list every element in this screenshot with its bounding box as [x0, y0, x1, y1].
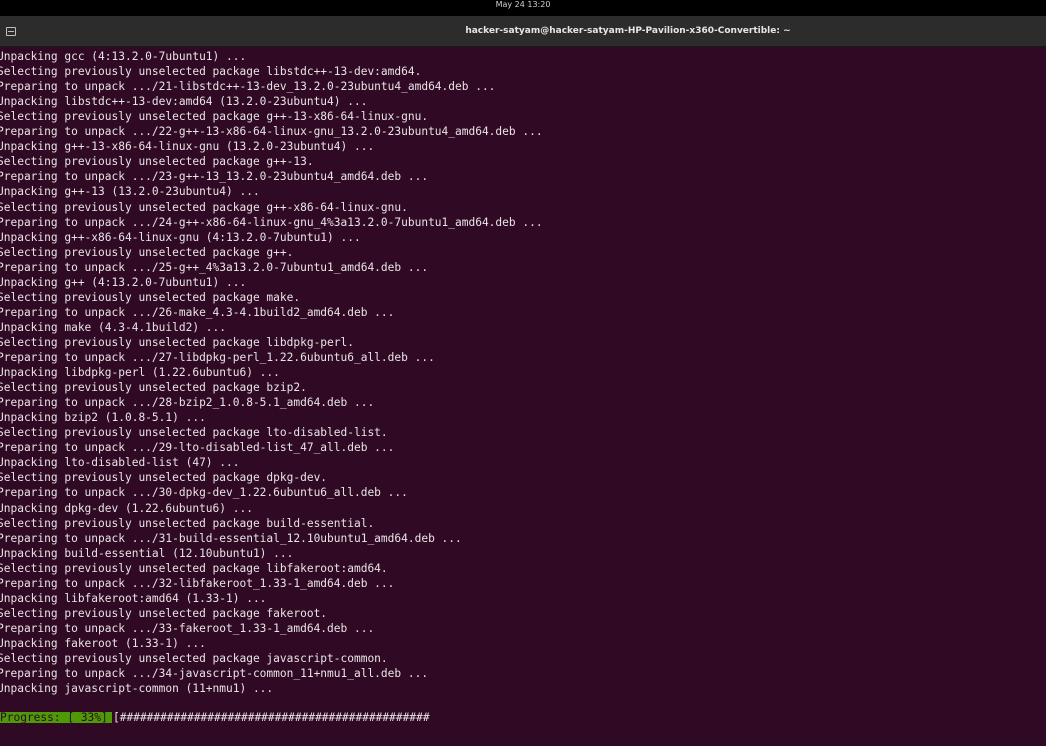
terminal-output[interactable]: Unpacking gcc (4:13.2.0-7ubuntu1) ... Sel… — [0, 47, 1046, 707]
terminal-line: Preparing to unpack .../22-g++-13-x86-64… — [0, 125, 543, 139]
terminal-line: Preparing to unpack .../31-build-essenti… — [0, 531, 462, 545]
terminal-line: Preparing to unpack .../25-g++_4%3a13.2.… — [0, 260, 429, 274]
terminal-line: Preparing to unpack .../33-fakeroot_1.33… — [0, 621, 375, 635]
terminal-line: Preparing to unpack .../30-dpkg-dev_1.22… — [0, 486, 408, 500]
terminal-line: Selecting previously unselected package … — [0, 155, 314, 169]
terminal-line: Preparing to unpack .../27-libdpkg-perl_… — [0, 351, 435, 364]
terminal-line: Unpacking gcc (4:13.2.0-7ubuntu1) ... — [0, 50, 247, 63]
terminal-line: Preparing to unpack .../26-make_4.3-4.1b… — [0, 305, 395, 319]
terminal-line: Selecting previously unselected package … — [0, 245, 294, 259]
terminal-line: Selecting previously unselected package … — [0, 561, 388, 575]
terminal-line: Selecting previously unselected package … — [0, 200, 408, 214]
terminal-line: Unpacking lto-disabled-list (47) ... — [0, 456, 240, 470]
top-panel: May 24 13:20 — [0, 0, 1046, 16]
clock[interactable]: May 24 13:20 — [496, 0, 551, 9]
terminal-line: Preparing to unpack .../28-bzip2_1.0.8-5… — [0, 396, 375, 410]
terminal-line: Selecting previously unselected package … — [0, 290, 301, 304]
terminal-line: Preparing to unpack .../34-javascript-co… — [0, 667, 429, 681]
window-title: hacker-satyam@hacker-satyam-HP-Pavilion-… — [465, 26, 791, 36]
terminal-line: Selecting previously unselected package … — [0, 516, 375, 530]
terminal-line: Unpacking libfakeroot:amd64 (1.33-1) ... — [0, 591, 267, 605]
terminal-line: Unpacking javascript-common (11+nmu1) ..… — [0, 682, 274, 696]
terminal-line: Unpacking build-essential (12.10ubuntu1)… — [0, 546, 294, 560]
progress-label: Progress: [ 33%] — [0, 712, 112, 724]
terminal-line: Preparing to unpack .../24-g++-x86-64-li… — [0, 215, 543, 229]
terminal-line: Selecting previously unselected package … — [0, 652, 388, 665]
terminal-line: Preparing to unpack .../21-libstdc++-13-… — [0, 80, 496, 94]
terminal-line: Unpacking libdpkg-perl (1.22.6ubuntu6) .… — [0, 366, 280, 380]
terminal-line: Selecting previously unselected package … — [0, 471, 328, 485]
terminal-line: Selecting previously unselected package … — [0, 65, 422, 79]
progress-row: Progress: [ 33%] [######################… — [0, 710, 1046, 724]
terminal-line: Unpacking g++-x86-64-linux-gnu (4:13.2.0… — [0, 230, 361, 244]
terminal-line: Selecting previously unselected package … — [0, 426, 388, 440]
terminal-line: Preparing to unpack .../32-libfakeroot_1… — [0, 576, 395, 590]
terminal-line: Preparing to unpack .../23-g++-13_13.2.0… — [0, 170, 429, 184]
terminal-line: Unpacking dpkg-dev (1.22.6ubuntu6) ... — [0, 501, 253, 515]
terminal-line: Selecting previously unselected package … — [0, 606, 328, 620]
window-titlebar[interactable]: hacker-satyam@hacker-satyam-HP-Pavilion-… — [0, 16, 1046, 47]
terminal-line: Unpacking g++-13-x86-64-linux-gnu (13.2.… — [0, 140, 375, 154]
terminal-line: Selecting previously unselected package … — [0, 110, 429, 124]
terminal-line: Preparing to unpack .../29-lto-disabled-… — [0, 441, 395, 455]
terminal-line: Unpacking bzip2 (1.0.8-5.1) ... — [0, 411, 206, 425]
terminal-line: Selecting previously unselected package … — [0, 335, 354, 349]
terminal-line: Unpacking g++-13 (13.2.0-23ubuntu4) ... — [0, 185, 260, 199]
progress-bar: [#######################################… — [113, 711, 430, 724]
terminal-line: Unpacking g++ (4:13.2.0-7ubuntu1) ... — [0, 275, 247, 289]
terminal-line: Unpacking make (4.3-4.1build2) ... — [0, 320, 227, 334]
terminal-line: Selecting previously unselected package … — [0, 381, 307, 395]
terminal-line: Unpacking libstdc++-13-dev:amd64 (13.2.0… — [0, 95, 368, 109]
terminal-line: Unpacking fakeroot (1.33-1) ... — [0, 636, 206, 650]
